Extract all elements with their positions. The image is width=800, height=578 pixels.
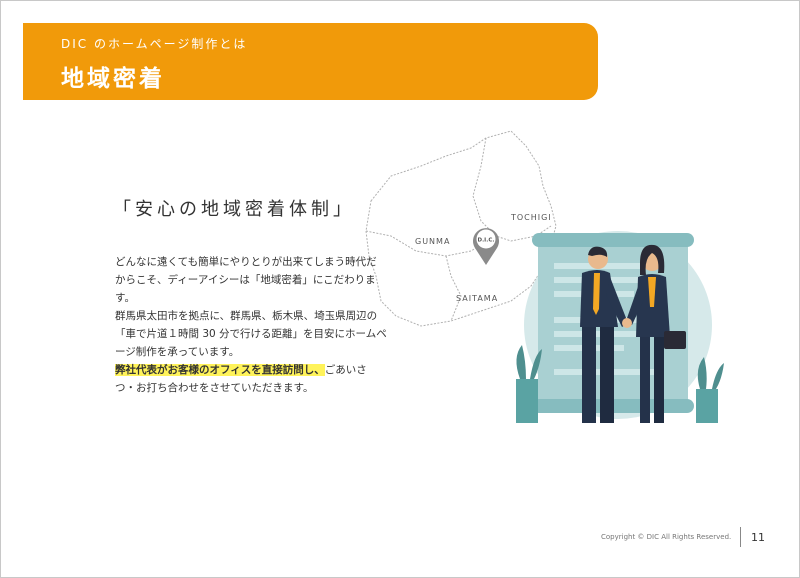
map-pin-icon: D.I.C. bbox=[473, 228, 499, 265]
copyright: Copyright © DIC All Rights Reserved. bbox=[601, 533, 732, 541]
map-label-gunma: GUNMA bbox=[415, 237, 451, 246]
banner-subtitle: DIC のホームページ制作とは bbox=[61, 37, 248, 51]
page-frame: DIC のホームページ制作とは 地域密着 GUNMA TOCHIGI SAITA… bbox=[0, 0, 800, 578]
title-banner: DIC のホームページ制作とは 地域密着 bbox=[23, 23, 598, 100]
map-pin-label: D.I.C. bbox=[478, 238, 495, 244]
footer-divider bbox=[740, 527, 741, 547]
map-label-tochigi: TOCHIGI bbox=[511, 213, 552, 222]
body-paragraph: どんなに遠くても簡単にやりとりが出来てしまう時代だからこそ、ディーアイシーは「地… bbox=[115, 256, 377, 304]
section-heading: 「安心の地域密着体制」 bbox=[109, 193, 359, 223]
highlighted-text: 弊社代表がお客様のオフィスを直接訪問し、 bbox=[115, 364, 325, 376]
page-number: 11 bbox=[751, 531, 765, 544]
banner-title: 地域密着 bbox=[61, 66, 165, 92]
body-paragraph: 群馬県太田市を拠点に、群馬県、栃木県、埼玉県周辺の「車で片道１時間 30 分で行… bbox=[115, 310, 387, 358]
body-paragraph: 弊社代表がお客様のオフィスを直接訪問し、ごあいさつ・お打ち合わせをさせていただき… bbox=[115, 361, 387, 397]
map-label-saitama: SAITAMA bbox=[456, 294, 499, 303]
body-text: どんなに遠くても簡単にやりとりが出来てしまう時代だからこそ、ディーアイシーは「地… bbox=[115, 253, 387, 397]
handshake-illustration bbox=[516, 231, 724, 423]
